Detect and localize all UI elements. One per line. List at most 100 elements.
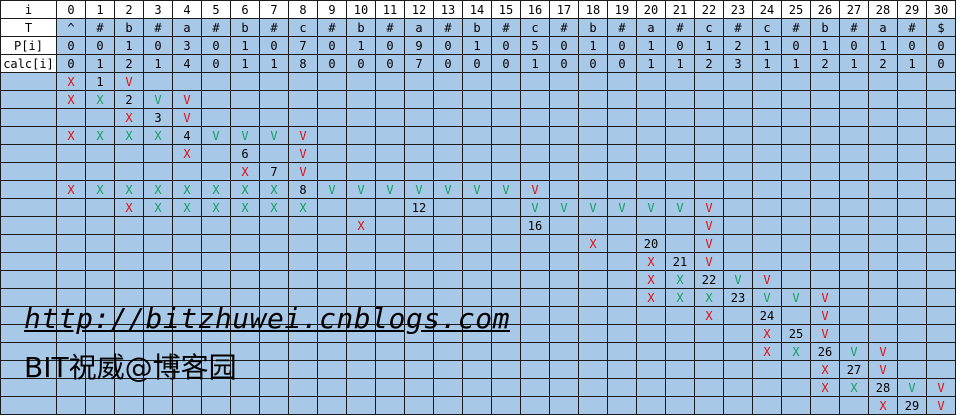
- trace-cell: [143, 216, 173, 235]
- column-index-15: 15: [491, 0, 521, 19]
- trace-cell: [259, 360, 289, 379]
- trace-cell: [114, 396, 144, 415]
- value-cell: 1: [665, 54, 695, 73]
- trace-cell: [665, 108, 695, 127]
- match-v-mark: V: [241, 128, 249, 143]
- column-index-8: 8: [288, 0, 318, 19]
- row-label: T: [0, 18, 57, 37]
- trace-cell: [723, 180, 753, 199]
- trace-cell: V: [114, 72, 144, 91]
- trace-cell: [433, 198, 463, 217]
- trace-cell: [288, 108, 318, 127]
- trace-cell: V: [201, 126, 231, 145]
- boundary-v-mark: V: [299, 164, 307, 179]
- trace-row: X X 2 V V: [0, 90, 956, 109]
- center-index-mark: 7: [270, 164, 278, 179]
- trace-cell: [288, 234, 318, 253]
- trace-cell: [549, 234, 579, 253]
- trace-cell: [259, 90, 289, 109]
- trace-cell: [549, 324, 579, 343]
- trace-cell: V: [810, 324, 840, 343]
- trace-cell: [810, 396, 840, 415]
- trace-cell: [317, 342, 347, 361]
- column-index-10: 10: [346, 0, 376, 19]
- trace-cell: [926, 270, 956, 289]
- trace-cell: [201, 72, 231, 91]
- trace-cell: V: [230, 126, 260, 145]
- trace-cell: [868, 198, 898, 217]
- trace-cell: [868, 288, 898, 307]
- value-cell: ^: [56, 18, 86, 37]
- trace-cell: [723, 90, 753, 109]
- trace-cell: [491, 144, 521, 163]
- trace-cell: [723, 306, 753, 325]
- trace-cell: [462, 216, 492, 235]
- trace-cell: V: [172, 108, 202, 127]
- trace-cell: [433, 126, 463, 145]
- trace-cell: [172, 252, 202, 271]
- trace-cell: V: [868, 360, 898, 379]
- mismatch-x-mark: X: [647, 272, 655, 287]
- value-cell: 0: [926, 36, 956, 55]
- mismatch-x-mark: X: [705, 308, 713, 323]
- trace-cell: V: [433, 180, 463, 199]
- trace-cell: [462, 198, 492, 217]
- value-cell: 0: [491, 36, 521, 55]
- value-cell: 0: [56, 54, 86, 73]
- trace-cell: 16: [520, 216, 550, 235]
- match-v-mark: V: [270, 128, 278, 143]
- trace-cell: X: [114, 108, 144, 127]
- value-cell: 0: [346, 54, 376, 73]
- trace-cell: [230, 234, 260, 253]
- trace-cell: [143, 72, 173, 91]
- trace-cell: X: [201, 198, 231, 217]
- match-v-mark: V: [734, 272, 742, 287]
- center-index-mark: 28: [875, 380, 891, 395]
- trace-cell: [288, 216, 318, 235]
- trace-cell: [259, 72, 289, 91]
- trace-cell: [926, 162, 956, 181]
- column-index-29: 29: [897, 0, 927, 19]
- trace-cell: [404, 108, 434, 127]
- trace-cell: [694, 342, 724, 361]
- trace-cell: [839, 234, 869, 253]
- trace-cell: [810, 72, 840, 91]
- trace-cell: [752, 144, 782, 163]
- trace-cell: 1: [85, 72, 115, 91]
- trace-cell: [520, 234, 550, 253]
- trace-cell: [781, 126, 811, 145]
- trace-cell: V: [839, 342, 869, 361]
- value-cell: a: [404, 18, 434, 37]
- trace-cell: [259, 144, 289, 163]
- value-cell: 1: [114, 36, 144, 55]
- boundary-v-mark: V: [183, 110, 191, 125]
- trace-cell: V: [752, 270, 782, 289]
- trace-cell: [578, 306, 608, 325]
- trace-cell: [317, 360, 347, 379]
- trace-cell: [723, 342, 753, 361]
- match-x-mark: X: [270, 182, 278, 197]
- value-cell: b: [230, 18, 260, 37]
- trace-cell: 21: [665, 252, 695, 271]
- trace-cell: [607, 252, 637, 271]
- value-cell: 0: [375, 54, 405, 73]
- trace-cell: [897, 90, 927, 109]
- trace-cell: [404, 360, 434, 379]
- trace-cell: 20: [636, 234, 666, 253]
- trace-cell: [897, 360, 927, 379]
- value-cell: 2: [868, 54, 898, 73]
- trace-cell: [897, 162, 927, 181]
- boundary-v-mark: V: [705, 200, 713, 215]
- trace-row-label-cell: [0, 126, 57, 145]
- trace-cell: [520, 306, 550, 325]
- trace-cell: [752, 126, 782, 145]
- trace-cell: [549, 396, 579, 415]
- trace-cell: [607, 144, 637, 163]
- trace-cell: [665, 216, 695, 235]
- trace-cell: V: [317, 180, 347, 199]
- trace-cell: [926, 198, 956, 217]
- trace-cell: [752, 162, 782, 181]
- trace-cell: X: [636, 288, 666, 307]
- trace-cell: [897, 342, 927, 361]
- trace-cell: [607, 288, 637, 307]
